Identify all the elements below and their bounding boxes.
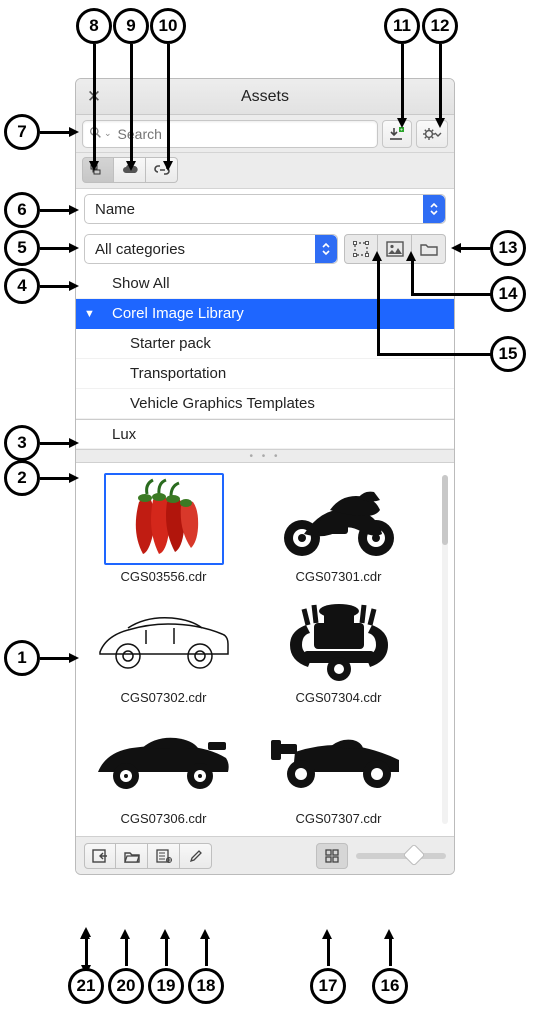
source-linked-button[interactable] — [146, 157, 178, 183]
callout-7: 7 — [4, 114, 40, 150]
callout-20: 20 — [108, 968, 144, 1004]
callout-19: 19 — [148, 968, 184, 1004]
callout-16: 16 — [372, 968, 408, 1004]
tree-node-transportation[interactable]: Transportation — [76, 359, 454, 389]
resize-gripper[interactable]: • • • — [76, 449, 454, 463]
tree-node-lux[interactable]: Lux — [76, 419, 454, 449]
asset-cell[interactable]: CGS07307.cdr — [261, 715, 416, 826]
callout-9: 9 — [113, 8, 149, 44]
callout-10: 10 — [150, 8, 186, 44]
slider-knob[interactable] — [402, 843, 425, 866]
scrollbar[interactable] — [442, 475, 448, 824]
edit-button[interactable] — [180, 843, 212, 869]
callout-12: 12 — [422, 8, 458, 44]
callout-13: 13 — [490, 230, 526, 266]
category-select-label: All categories — [85, 241, 315, 258]
callout-18: 18 — [188, 968, 224, 1004]
asset-filename: CGS07307.cdr — [296, 811, 382, 826]
sort-select[interactable]: Name — [84, 194, 446, 224]
asset-cell[interactable]: CGS07306.cdr — [86, 715, 241, 826]
sort-row: Name — [76, 189, 454, 229]
category-row: All categories — [76, 229, 454, 269]
chevron-down-icon[interactable]: ⌄ — [104, 128, 112, 139]
asset-cell[interactable]: CGS07304.cdr — [261, 594, 416, 705]
callout-1: 1 — [4, 640, 40, 676]
category-select[interactable]: All categories — [84, 234, 338, 264]
search-input-container[interactable]: ⌄ — [82, 120, 378, 148]
thumbnail-area: CGS03556.cdr CG — [76, 463, 454, 836]
disclose-down-icon[interactable]: ▼ — [84, 308, 95, 320]
asset-filename: CGS07301.cdr — [296, 569, 382, 584]
asset-filename: CGS07304.cdr — [296, 690, 382, 705]
scrollbar-thumb[interactable] — [442, 475, 448, 545]
callout-15: 15 — [490, 336, 526, 372]
callout-2: 2 — [4, 460, 40, 496]
search-input[interactable] — [118, 126, 371, 142]
callout-17: 17 — [310, 968, 346, 1004]
tree-node-show-all[interactable]: Show All — [76, 269, 454, 299]
thumbnail-view-button[interactable] — [316, 843, 348, 869]
tree-node-corel-image-library[interactable]: ▼ Corel Image Library — [76, 299, 454, 329]
import-button[interactable] — [84, 843, 116, 869]
tree-node-vehicle-graphics-templates[interactable]: Vehicle Graphics Templates — [76, 389, 454, 419]
footer-button-group — [84, 843, 212, 869]
callout-3: 3 — [4, 425, 40, 461]
callout-8: 8 — [76, 8, 112, 44]
callout-5: 5 — [4, 230, 40, 266]
asset-filename: CGS07302.cdr — [121, 690, 207, 705]
open-button[interactable] — [116, 843, 148, 869]
asset-filename: CGS07306.cdr — [121, 811, 207, 826]
callout-21: 21 — [68, 968, 104, 1004]
footer — [76, 836, 454, 874]
asset-filename: CGS03556.cdr — [121, 569, 207, 584]
folder-tree: Show All ▼ Corel Image Library Starter p… — [76, 269, 454, 449]
callout-6: 6 — [4, 192, 40, 228]
filter-folder-button[interactable] — [412, 234, 446, 264]
callout-4: 4 — [4, 268, 40, 304]
asset-cell[interactable]: CGS07301.cdr — [261, 473, 416, 584]
properties-button[interactable] — [148, 843, 180, 869]
callout-14: 14 — [490, 276, 526, 312]
filter-group — [344, 234, 446, 264]
zoom-slider[interactable] — [356, 853, 446, 859]
callout-11: 11 — [384, 8, 420, 44]
asset-cell[interactable]: CGS07302.cdr — [86, 594, 241, 705]
asset-cell[interactable]: CGS03556.cdr — [86, 473, 241, 584]
stepper-icon — [423, 195, 445, 223]
sort-select-label: Name — [85, 201, 423, 218]
stepper-icon — [315, 235, 337, 263]
assets-panel: ✕ Assets ⌄ + — [75, 78, 455, 875]
